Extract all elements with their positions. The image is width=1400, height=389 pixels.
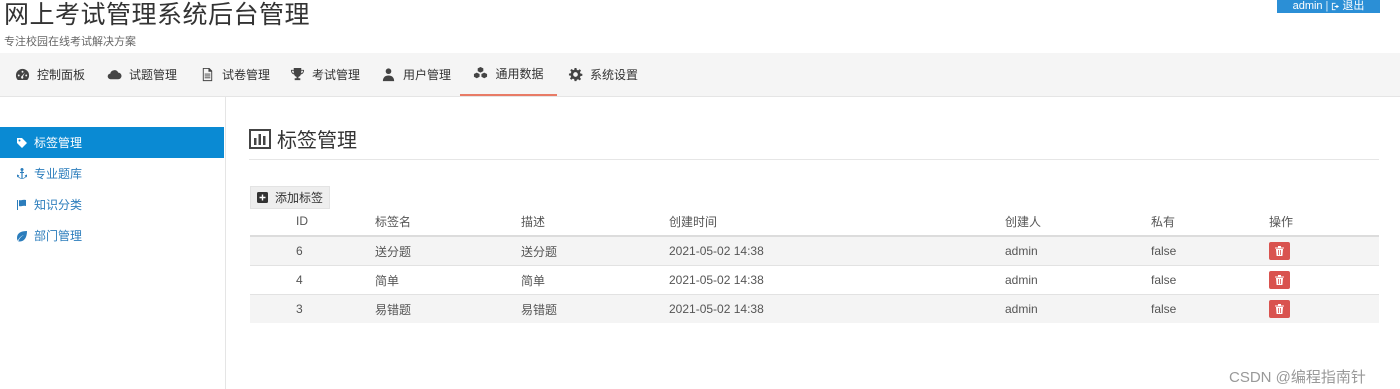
nav-item-users[interactable]: 用户管理 bbox=[381, 53, 451, 96]
page-title: 标签管理 bbox=[249, 124, 357, 153]
cloud-icon bbox=[107, 70, 122, 80]
nav-item-label: 用户管理 bbox=[403, 68, 452, 82]
table-row: 6 送分题 送分题 2021-05-02 14:38 admin false bbox=[250, 235, 1379, 266]
nav-item-label: 试题管理 bbox=[129, 68, 178, 82]
nav-item-common-data[interactable]: 通用数据 bbox=[460, 53, 557, 96]
site-subtitle: 专注校园在线考试解决方案 bbox=[4, 36, 136, 48]
trash-icon bbox=[1275, 246, 1284, 256]
top-nav: 控制面板 试题管理 试卷管理 考试管理 用户管理 通用数据 系统设置 bbox=[0, 53, 1400, 97]
trash-icon bbox=[1275, 304, 1284, 314]
divider bbox=[249, 159, 1379, 160]
trophy-icon bbox=[290, 67, 305, 81]
cell-name: 简单 bbox=[375, 265, 521, 295]
nav-item-label: 系统设置 bbox=[590, 68, 639, 82]
sidebar-item-label: 专业题库 bbox=[34, 167, 83, 181]
nav-item-label: 试卷管理 bbox=[222, 68, 271, 82]
nav-item-label: 通用数据 bbox=[495, 67, 544, 81]
tags-table: ID 标签名 描述 创建时间 创建人 私有 操作 6 送分题 送分题 2021-… bbox=[250, 207, 1379, 323]
table-row: 3 易错题 易错题 2021-05-02 14:38 admin false bbox=[250, 294, 1379, 323]
nav-item-questions[interactable]: 试题管理 bbox=[107, 53, 177, 96]
delete-button[interactable] bbox=[1269, 300, 1290, 318]
anchor-icon bbox=[17, 167, 27, 179]
cell-id: 3 bbox=[250, 294, 375, 323]
cell-private: false bbox=[1151, 235, 1269, 266]
delete-button[interactable] bbox=[1269, 242, 1290, 260]
cell-creator: admin bbox=[1005, 294, 1151, 323]
page-title-text: 标签管理 bbox=[277, 130, 357, 152]
separator: | bbox=[1325, 0, 1329, 12]
column-header-creator[interactable]: 创建人 bbox=[1005, 207, 1151, 237]
cell-description: 送分题 bbox=[521, 235, 669, 266]
bar-chart-icon bbox=[249, 128, 271, 149]
user-icon bbox=[382, 68, 395, 82]
column-header-private[interactable]: 私有 bbox=[1151, 207, 1269, 237]
nav-item-papers[interactable]: 试卷管理 bbox=[200, 53, 270, 96]
column-header-actions: 操作 bbox=[1269, 207, 1379, 237]
cell-id: 4 bbox=[250, 265, 375, 295]
sidebar-item-label: 部门管理 bbox=[34, 229, 83, 243]
flag-icon bbox=[17, 199, 26, 210]
username[interactable]: admin bbox=[1293, 1, 1323, 12]
tag-icon bbox=[17, 137, 27, 148]
column-header-description[interactable]: 描述 bbox=[521, 207, 669, 237]
add-tag-button[interactable]: 添加标签 bbox=[250, 186, 331, 209]
sidebar-item-tags[interactable]: 标签管理 bbox=[0, 127, 224, 158]
column-header-created-time[interactable]: 创建时间 bbox=[669, 207, 1005, 237]
logout-button[interactable]: 退出 bbox=[1331, 1, 1364, 12]
cell-actions bbox=[1269, 294, 1379, 323]
nav-item-exams[interactable]: 考试管理 bbox=[290, 53, 360, 96]
cell-actions bbox=[1269, 265, 1379, 295]
cell-created-time: 2021-05-02 14:38 bbox=[669, 265, 1005, 295]
plus-square-icon bbox=[257, 192, 268, 203]
cell-created-time: 2021-05-02 14:38 bbox=[669, 235, 1005, 266]
delete-button[interactable] bbox=[1269, 271, 1290, 289]
cell-name: 易错题 bbox=[375, 294, 521, 323]
sidebar: 标签管理 专业题库 知识分类 部门管理 bbox=[0, 97, 226, 389]
cell-id: 6 bbox=[250, 235, 375, 266]
nav-item-label: 控制面板 bbox=[37, 68, 86, 82]
cell-creator: admin bbox=[1005, 265, 1151, 295]
file-icon bbox=[202, 67, 213, 82]
user-box: admin | 退出 bbox=[1277, 0, 1380, 13]
site-title: 网上考试管理系统后台管理 bbox=[4, 1, 311, 29]
sidebar-item-label: 标签管理 bbox=[34, 136, 83, 150]
cell-private: false bbox=[1151, 294, 1269, 323]
trash-icon bbox=[1275, 275, 1284, 285]
dashboard-icon bbox=[15, 68, 30, 80]
watermark: CSDN @编程指南针 bbox=[1229, 369, 1366, 386]
add-tag-label: 添加标签 bbox=[275, 191, 324, 205]
gear-icon bbox=[568, 67, 583, 82]
sign-out-icon bbox=[1332, 2, 1340, 11]
cell-creator: admin bbox=[1005, 235, 1151, 266]
cell-actions bbox=[1269, 235, 1379, 266]
cubes-icon bbox=[474, 66, 488, 79]
table-row: 4 简单 简单 2021-05-02 14:38 admin false bbox=[250, 265, 1379, 295]
cell-private: false bbox=[1151, 265, 1269, 295]
column-header-id[interactable]: ID bbox=[250, 207, 375, 237]
nav-item-label: 考试管理 bbox=[312, 68, 361, 82]
nav-item-dashboard[interactable]: 控制面板 bbox=[15, 53, 85, 96]
cell-created-time: 2021-05-02 14:38 bbox=[669, 294, 1005, 323]
sidebar-item-subject-bank[interactable]: 专业题库 bbox=[0, 158, 224, 189]
sidebar-item-knowledge[interactable]: 知识分类 bbox=[0, 189, 224, 220]
leaf-icon bbox=[17, 230, 27, 242]
cell-description: 简单 bbox=[521, 265, 669, 295]
cell-name: 送分题 bbox=[375, 235, 521, 266]
cell-description: 易错题 bbox=[521, 294, 669, 323]
logout-label: 退出 bbox=[1342, 0, 1365, 12]
nav-item-settings[interactable]: 系统设置 bbox=[568, 53, 638, 96]
sidebar-item-label: 知识分类 bbox=[34, 198, 83, 212]
sidebar-item-departments[interactable]: 部门管理 bbox=[0, 220, 224, 251]
header: 网上考试管理系统后台管理 专注校园在线考试解决方案 admin | 退出 bbox=[0, 0, 1400, 52]
column-header-name[interactable]: 标签名 bbox=[375, 207, 521, 237]
table-header-row: ID 标签名 描述 创建时间 创建人 私有 操作 bbox=[250, 207, 1379, 237]
